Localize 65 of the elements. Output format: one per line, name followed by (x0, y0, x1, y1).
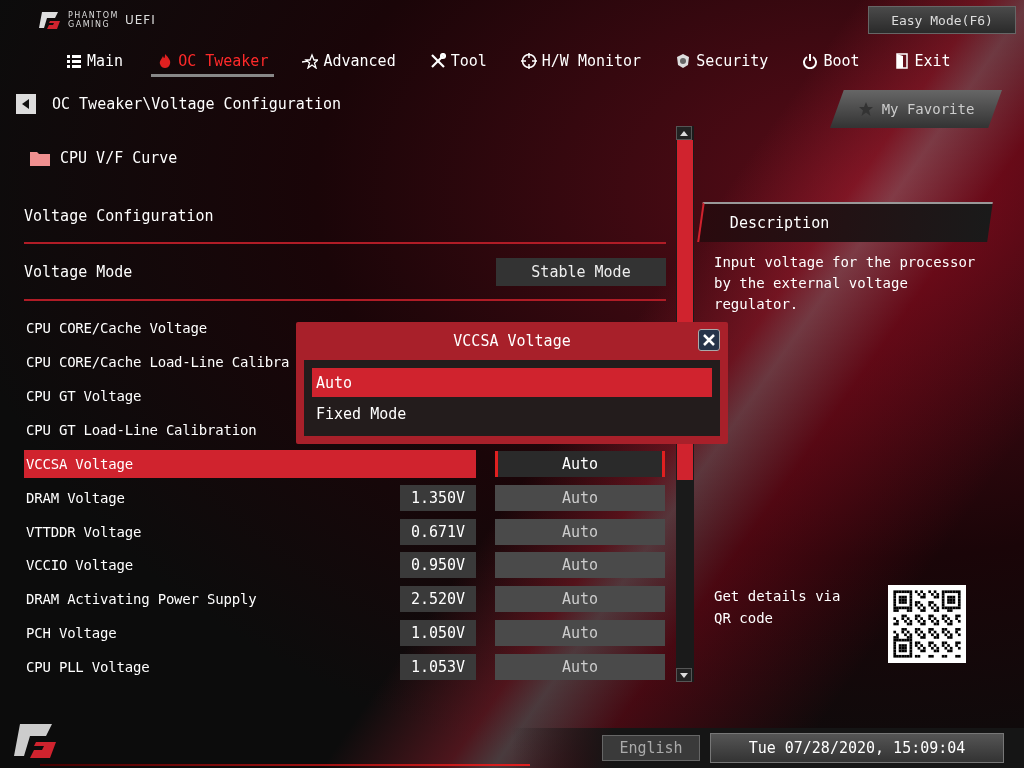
description-text: Input voltage for the processor by the external voltage regulator. (714, 253, 977, 314)
setting-label[interactable]: VCCIO Voltage (24, 551, 400, 580)
logo-icon (38, 10, 62, 30)
nav-tab[interactable]: Tool (423, 47, 493, 77)
star-icon (857, 101, 874, 117)
setting-label[interactable]: PCH Voltage (24, 619, 400, 648)
nav-tab[interactable]: Security (669, 47, 775, 77)
date-time: Tue 07/28/2020, 15:09:04 (710, 733, 1004, 763)
easy-mode-button[interactable]: Easy Mode(F6) (868, 6, 1016, 34)
voltage-reading: 0.950V (400, 552, 476, 579)
nav-tab[interactable]: Exit (887, 47, 957, 77)
brand-name: GAMING (68, 20, 112, 29)
setting-dropdown[interactable]: Auto (495, 654, 665, 681)
nav-tab[interactable]: Main (60, 47, 130, 77)
folder-icon (30, 149, 50, 166)
setting-label[interactable]: CPU PLL Voltage (24, 653, 400, 682)
close-icon (703, 334, 715, 346)
voltage-reading: 2.520V (400, 586, 476, 613)
setting-dropdown[interactable]: Auto (495, 450, 665, 477)
star-icon (302, 52, 319, 69)
tools-icon (430, 52, 446, 68)
qr-caption: Get details via QR code (714, 587, 842, 628)
product-name: UEFI (124, 13, 156, 27)
close-button[interactable] (698, 329, 720, 351)
power-icon (803, 52, 818, 69)
voltage-reading: 0.671V (400, 518, 476, 545)
setting-label[interactable]: VCCSA Voltage (24, 449, 476, 478)
scroll-down-button[interactable] (676, 668, 692, 682)
triangle-left-icon (22, 99, 30, 109)
scroll-up-button[interactable] (676, 126, 692, 140)
setting-dropdown[interactable]: Auto (495, 484, 665, 511)
setting-label[interactable]: DRAM Activating Power Supply (24, 585, 400, 614)
crosshair-icon (520, 52, 537, 69)
favorite-button[interactable]: My Favorite (830, 90, 1002, 128)
setting-dropdown[interactable]: Stable Mode (496, 257, 666, 286)
flame-icon (159, 53, 171, 68)
list-icon (67, 54, 81, 68)
voltage-reading: 1.050V (400, 620, 476, 647)
menu-item[interactable]: CPU V/F Curve (60, 148, 178, 167)
setting-label: Voltage Mode (24, 262, 133, 281)
back-button[interactable] (16, 94, 36, 114)
dialog-title: VCCSA Voltage (453, 332, 571, 350)
badge-icon (677, 53, 690, 68)
caret-up-icon (680, 130, 688, 136)
dialog-option[interactable]: Fixed Mode (312, 399, 712, 428)
nav-tab[interactable]: Boot (796, 47, 866, 77)
setting-dropdown[interactable]: Auto (495, 586, 665, 613)
nav-tab[interactable]: H/W Monitor (514, 47, 648, 77)
voltage-reading: 1.350V (400, 484, 476, 511)
setting-label[interactable]: VTTDDR Voltage (24, 517, 400, 546)
door-icon (895, 52, 908, 69)
language-button[interactable]: English (602, 735, 700, 761)
setting-dropdown[interactable]: Auto (495, 552, 665, 579)
caret-down-icon (680, 672, 688, 678)
setting-dropdown[interactable]: Auto (495, 620, 665, 647)
setting-dropdown[interactable]: Auto (495, 518, 665, 545)
breadcrumb: OC Tweaker\Voltage Configuration (52, 95, 341, 113)
description-header: Description (697, 202, 993, 242)
dialog-option[interactable]: Auto (312, 368, 712, 397)
nav-tab[interactable]: OC Tweaker (151, 47, 275, 77)
brand-name: PHANTOM (68, 11, 119, 20)
section-heading: Voltage Configuration (24, 206, 214, 225)
voltage-reading: 1.053V (400, 654, 476, 681)
setting-label[interactable]: DRAM Voltage (24, 483, 400, 512)
nav-tab[interactable]: Advanced (296, 47, 402, 77)
